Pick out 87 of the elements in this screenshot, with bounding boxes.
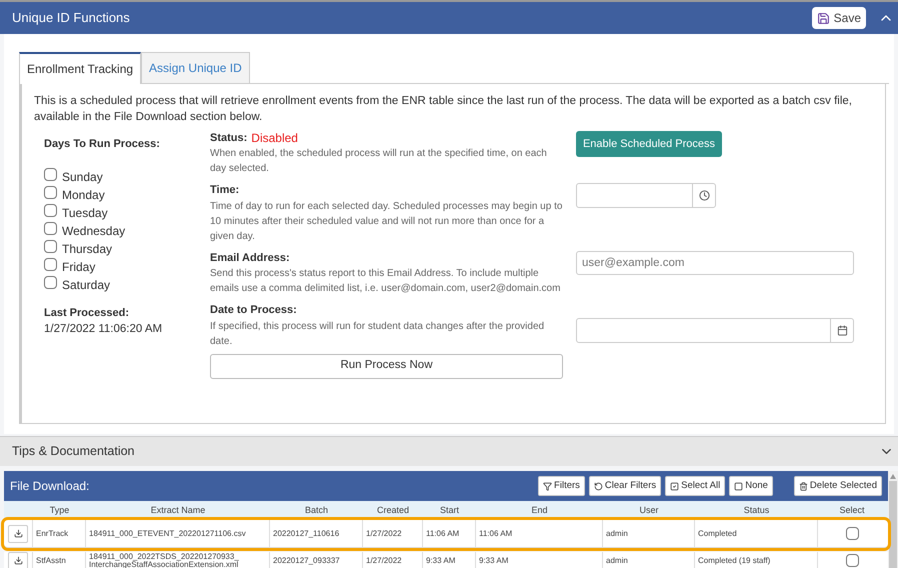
- table-cell: 184911_000_2022TSDS_202201270933_ InterchangeStaffAssociationExtension.xml: [86, 552, 270, 568]
- day-label: Saturday: [62, 278, 110, 292]
- column-header[interactable]: Type: [33, 504, 86, 518]
- table-cell: 1/27/2022: [363, 520, 423, 547]
- table-cell: 184911_000_ETEVENT_202201271106.csv: [86, 520, 270, 547]
- email-label: Email Address:: [210, 250, 291, 266]
- tips-title: Tips & Documentation: [12, 443, 136, 460]
- checked-box-icon: [670, 482, 680, 490]
- status-label: Status:: [210, 131, 248, 145]
- day-label: Wednesday: [62, 224, 126, 238]
- enable-scheduled-process-button[interactable]: Enable Scheduled Process: [576, 131, 722, 157]
- empty-box-icon: [734, 482, 744, 490]
- tab[interactable]: Enrollment Tracking: [19, 52, 142, 84]
- table-cell: admin: [603, 520, 695, 547]
- table-cell: StfAsstn: [33, 552, 86, 568]
- email-help-text: Send this process's status report to this Email Address. To include multiple emails use a comma delimited list, i.e. user@domain.com, user2@domain.com: [210, 267, 562, 296]
- table-cell: 11:06 AM: [423, 520, 476, 547]
- download-icon: [14, 529, 22, 538]
- day-label: Monday: [62, 188, 105, 202]
- select-all-button[interactable]: Select All: [665, 476, 726, 496]
- filter-icon: [543, 482, 552, 490]
- undo-icon: [594, 482, 603, 490]
- column-header[interactable]: Created: [363, 504, 423, 518]
- scroll-up-icon[interactable]: [890, 474, 896, 479]
- column-header[interactable]: Select: [818, 504, 886, 518]
- checkbox[interactable]: [44, 276, 57, 288]
- tab[interactable]: Assign Unique ID: [141, 52, 250, 84]
- last-processed-label: Last Processed:: [44, 306, 130, 320]
- column-header[interactable]: Extract Name: [86, 504, 270, 518]
- delete-selected-button[interactable]: Delete Selected: [794, 476, 882, 496]
- checkbox[interactable]: [44, 168, 57, 180]
- checkbox[interactable]: [44, 240, 57, 252]
- scrollbar[interactable]: [888, 471, 898, 568]
- checkbox[interactable]: [846, 554, 858, 567]
- clock-icon: [698, 190, 710, 201]
- day-label: Tuesday: [62, 206, 108, 220]
- trash-icon: [798, 482, 808, 490]
- table-cell: 9:33 AM: [476, 552, 603, 568]
- time-help-text: Time of day to run for each selected day. Scheduled processes may begin up to 10 minutes after their scheduled value and will not run more than once for a given day.: [210, 200, 564, 244]
- checkbox[interactable]: [44, 222, 57, 234]
- table-row[interactable]: StfAsstn 184911_000_2022TSDS_202201270933_ InterchangeStaffAssociationExtension.xml 20220127_093337 1/27/2022 9:33 AM 9:33 AM admin Completed (19 staff): [4, 552, 888, 568]
- date-help-text: If specified, this process will run for student data changes after the provided date.: [210, 320, 546, 348]
- time-field[interactable]: [576, 183, 716, 208]
- table-row[interactable]: EnrTrack 184911_000_ETEVENT_202201271106.csv 20220127_110616 1/27/2022 11:06 AM 11:06 AM admin Completed: [4, 520, 888, 548]
- table-cell: 1/27/2022: [363, 552, 423, 568]
- column-header[interactable]: Status: [695, 504, 818, 518]
- table-cell: Completed (19 staff): [695, 552, 818, 568]
- date-label: Date to Process:: [210, 303, 298, 318]
- tips-bar[interactable]: Tips & Documentation: [0, 436, 898, 466]
- table-cell: Completed: [695, 520, 818, 547]
- table-cell: admin: [603, 552, 695, 568]
- save-icon: [816, 12, 830, 24]
- download-button[interactable]: [8, 552, 28, 568]
- column-header[interactable]: Start: [423, 504, 476, 518]
- status-value: Disabled: [251, 131, 298, 145]
- day-label: Thursday: [62, 242, 112, 256]
- file-download-title: File Download:: [10, 478, 90, 495]
- checkbox[interactable]: [44, 258, 57, 270]
- clear-filters-button[interactable]: Clear Filters: [588, 476, 662, 496]
- column-header[interactable]: Batch: [270, 504, 363, 518]
- table-cell: 11:06 AM: [476, 520, 603, 547]
- column-header[interactable]: End: [476, 504, 603, 518]
- table-cell: 9:33 AM: [423, 552, 476, 568]
- save-button[interactable]: Save: [812, 7, 866, 29]
- panel-title: Unique ID Functions: [12, 9, 131, 28]
- status-help-text: When enabled, the scheduled process will run at the specified time, on each day selected.: [210, 147, 548, 176]
- email-field[interactable]: user@example.com: [576, 251, 854, 275]
- filters-button[interactable]: Filters: [538, 476, 585, 496]
- checkbox[interactable]: [44, 204, 57, 216]
- date-field[interactable]: [576, 318, 854, 343]
- table-cell: EnrTrack: [33, 520, 86, 547]
- day-label: Sunday: [62, 170, 103, 184]
- column-header[interactable]: User: [603, 504, 695, 518]
- table-cell: 20220127_093337: [270, 552, 363, 568]
- description-text: This is a scheduled process that will retrieve enrollment events from the ENR table since the last run of the process. The data will be exported as a batch csv file, available in the File Download section below.: [34, 94, 853, 125]
- download-icon: [14, 556, 22, 565]
- checkbox[interactable]: [44, 186, 57, 198]
- time-label: Time:: [210, 183, 240, 198]
- run-process-button[interactable]: Run Process Now: [210, 354, 563, 378]
- download-button[interactable]: [8, 524, 28, 542]
- none-button[interactable]: None: [729, 476, 773, 496]
- checkbox[interactable]: [846, 527, 858, 540]
- calendar-icon: [836, 325, 848, 336]
- table-cell: 20220127_110616: [270, 520, 363, 547]
- day-label: Friday: [62, 260, 96, 274]
- last-processed-value: 1/27/2022 11:06:20 AM: [44, 322, 164, 337]
- days-heading: Days To Run Process:: [44, 137, 161, 152]
